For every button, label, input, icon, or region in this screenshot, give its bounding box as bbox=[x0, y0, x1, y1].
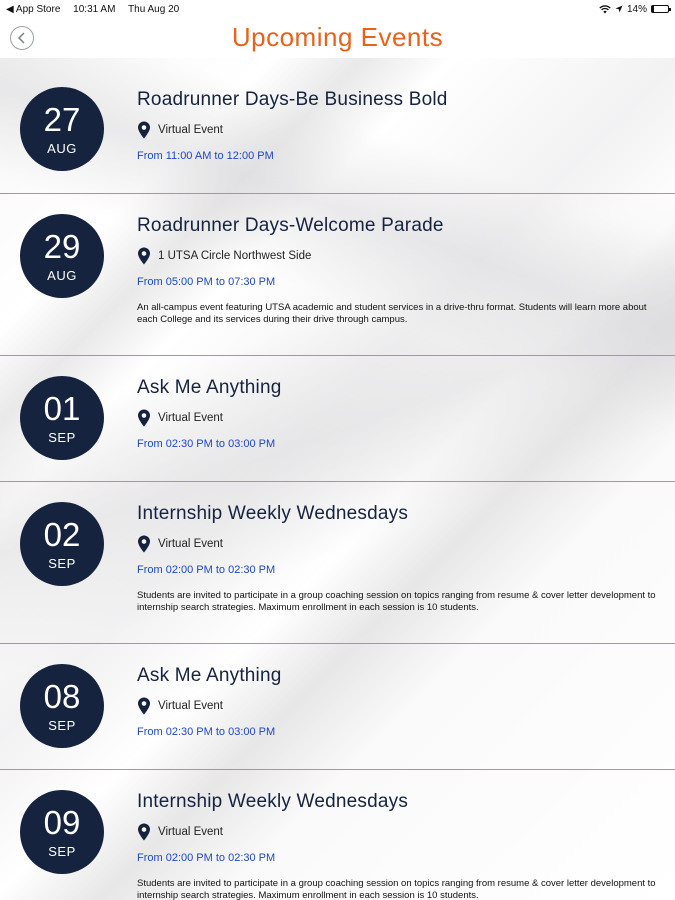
event-location-row: Virtual Event bbox=[137, 534, 665, 554]
event-description: An all-campus event featuring UTSA acade… bbox=[137, 302, 647, 325]
event-item[interactable]: 09 SEP Internship Weekly Wednesdays Virt… bbox=[0, 770, 675, 900]
event-description: Students are invited to participate in a… bbox=[137, 590, 656, 613]
location-pin-icon bbox=[138, 697, 150, 715]
event-day: 01 bbox=[43, 390, 81, 427]
event-item[interactable]: 29 AUG Roadrunner Days-Welcome Parade 1 … bbox=[0, 194, 675, 356]
date-badge: 08 SEP bbox=[20, 664, 104, 748]
date-badge: 09 SEP bbox=[20, 790, 104, 874]
location-pin-icon bbox=[138, 535, 150, 553]
event-location: Virtual Event bbox=[158, 124, 223, 136]
location-arrow-icon bbox=[615, 5, 623, 13]
battery-percent: 14% bbox=[626, 3, 647, 15]
event-item[interactable]: 08 SEP Ask Me Anything Virtual Event Fro… bbox=[0, 644, 675, 770]
status-bar: ◀ App Store 10:31 AM Thu Aug 20 14% bbox=[0, 0, 675, 18]
event-location-row: Virtual Event bbox=[137, 120, 665, 140]
date-badge: 27 AUG bbox=[20, 87, 104, 171]
event-month: SEP bbox=[48, 844, 76, 859]
battery-fill bbox=[652, 6, 655, 12]
date-badge: 01 SEP bbox=[20, 376, 104, 460]
event-location: Virtual Event bbox=[158, 826, 223, 838]
event-body: Roadrunner Days-Be Business Bold Virtual… bbox=[137, 89, 665, 162]
battery-icon bbox=[651, 5, 671, 13]
event-time: From 11:00 AM to 12:00 PM bbox=[137, 150, 274, 162]
event-body: Roadrunner Days-Welcome Parade 1 UTSA Ci… bbox=[137, 215, 665, 326]
event-item[interactable]: 27 AUG Roadrunner Days-Be Business Bold … bbox=[0, 58, 675, 194]
event-title: Ask Me Anything bbox=[137, 665, 282, 686]
event-body: Ask Me Anything Virtual Event From 02:30… bbox=[137, 665, 665, 738]
event-description: Students are invited to participate in a… bbox=[137, 878, 656, 900]
event-day: 08 bbox=[43, 678, 81, 715]
status-right: 14% bbox=[599, 3, 671, 15]
event-month: AUG bbox=[47, 141, 77, 156]
event-location-row: Virtual Event bbox=[137, 822, 665, 842]
event-location: Virtual Event bbox=[158, 700, 223, 712]
event-time: From 02:00 PM to 02:30 PM bbox=[137, 564, 276, 576]
location-pin-icon bbox=[138, 247, 150, 265]
event-location-row: Virtual Event bbox=[137, 696, 665, 716]
event-location: Virtual Event bbox=[158, 538, 223, 550]
event-month: SEP bbox=[48, 556, 76, 571]
location-pin-icon bbox=[138, 121, 150, 139]
event-day: 27 bbox=[43, 101, 81, 138]
location-pin-icon bbox=[138, 823, 150, 841]
event-title: Roadrunner Days-Welcome Parade bbox=[137, 215, 444, 236]
event-month: SEP bbox=[48, 718, 76, 733]
event-time: From 05:00 PM to 07:30 PM bbox=[137, 276, 276, 288]
location-pin-icon bbox=[138, 409, 150, 427]
event-location: Virtual Event bbox=[158, 412, 223, 424]
event-body: Ask Me Anything Virtual Event From 02:30… bbox=[137, 377, 665, 450]
date-badge: 29 AUG bbox=[20, 214, 104, 298]
event-body: Internship Weekly Wednesdays Virtual Eve… bbox=[137, 503, 665, 614]
status-date: Thu Aug 20 bbox=[128, 3, 180, 15]
status-left: ◀ App Store 10:31 AM Thu Aug 20 bbox=[6, 4, 189, 15]
event-day: 29 bbox=[43, 228, 81, 265]
event-location-row: 1 UTSA Circle Northwest Side bbox=[137, 246, 665, 266]
event-body: Internship Weekly Wednesdays Virtual Eve… bbox=[137, 791, 665, 900]
event-month: SEP bbox=[48, 430, 76, 445]
event-time: From 02:30 PM to 03:00 PM bbox=[137, 438, 276, 450]
status-time: 10:31 AM bbox=[73, 3, 116, 15]
page-title: Upcoming Events bbox=[231, 22, 444, 52]
event-location-row: Virtual Event bbox=[137, 408, 665, 428]
event-item[interactable]: 01 SEP Ask Me Anything Virtual Event Fro… bbox=[0, 356, 675, 482]
event-month: AUG bbox=[47, 268, 77, 283]
date-badge: 02 SEP bbox=[20, 502, 104, 586]
event-title: Roadrunner Days-Be Business Bold bbox=[137, 89, 448, 110]
wifi-icon bbox=[599, 4, 611, 13]
events-list[interactable]: 27 AUG Roadrunner Days-Be Business Bold … bbox=[0, 58, 675, 900]
event-location: 1 UTSA Circle Northwest Side bbox=[158, 250, 312, 262]
event-title: Ask Me Anything bbox=[137, 377, 282, 398]
back-to-app-link[interactable]: ◀ App Store bbox=[6, 4, 60, 15]
nav-bar: Upcoming Events bbox=[0, 18, 675, 58]
event-item[interactable]: 02 SEP Internship Weekly Wednesdays Virt… bbox=[0, 482, 675, 644]
event-day: 02 bbox=[43, 516, 81, 553]
event-time: From 02:00 PM to 02:30 PM bbox=[137, 852, 276, 864]
event-day: 09 bbox=[43, 804, 81, 841]
event-time: From 02:30 PM to 03:00 PM bbox=[137, 726, 276, 738]
event-title: Internship Weekly Wednesdays bbox=[137, 791, 409, 812]
event-title: Internship Weekly Wednesdays bbox=[137, 503, 409, 524]
